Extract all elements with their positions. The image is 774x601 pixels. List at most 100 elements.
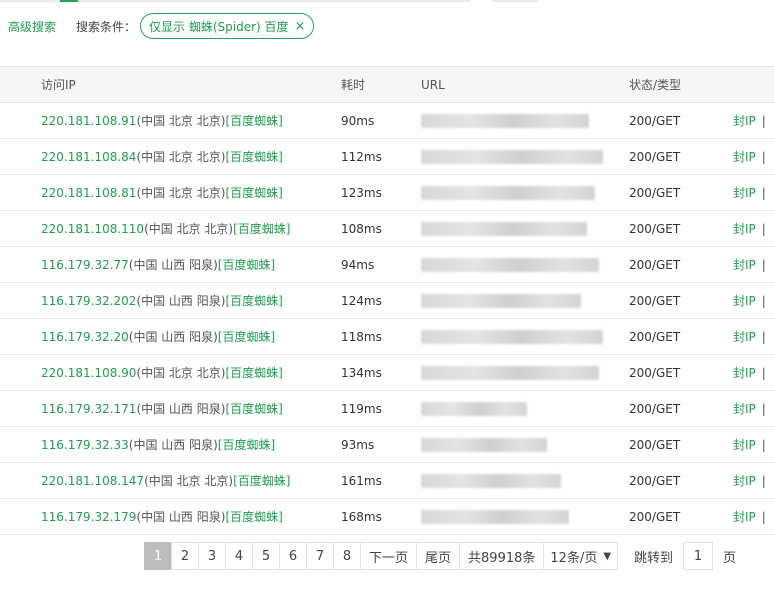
page-number-button[interactable]: 2	[171, 542, 199, 570]
time-cell: 94ms	[340, 246, 420, 283]
ip-address[interactable]: 220.181.108.147	[41, 474, 144, 488]
url-blurred[interactable]	[421, 509, 569, 524]
ip-address[interactable]: 220.181.108.84	[41, 150, 136, 164]
block-ip-link[interactable]: 封IP	[733, 330, 756, 344]
action-separator: |	[761, 510, 766, 524]
action-cell: 封IP |	[732, 354, 774, 391]
table-row: 220.181.108.90(中国 北京 北京)[百度蜘蛛] 134ms 200…	[0, 354, 774, 391]
status-cell: 200/GET	[628, 462, 732, 499]
block-ip-link[interactable]: 封IP	[733, 366, 756, 380]
url-cell	[420, 354, 628, 391]
spider-tag: [百度蜘蛛]	[225, 150, 283, 164]
ip-address[interactable]: 116.179.32.179	[41, 510, 136, 524]
time-cell: 118ms	[340, 318, 420, 355]
ip-address[interactable]: 220.181.108.81	[41, 186, 136, 200]
action-cell: 封IP |	[732, 102, 774, 139]
time-cell: 134ms	[340, 354, 420, 391]
url-cell	[420, 390, 628, 427]
ip-cell: 220.181.108.81(中国 北京 北京)[百度蜘蛛]	[0, 174, 340, 211]
url-cell	[420, 318, 628, 355]
block-ip-link[interactable]: 封IP	[733, 294, 756, 308]
ip-address[interactable]: 116.179.32.20	[41, 330, 129, 344]
block-ip-link[interactable]: 封IP	[733, 438, 756, 452]
table-row: 220.181.108.110(中国 北京 北京)[百度蜘蛛] 108ms 20…	[0, 210, 774, 247]
url-blurred[interactable]	[421, 113, 589, 128]
action-separator: |	[761, 222, 766, 236]
block-ip-link[interactable]: 封IP	[733, 510, 756, 524]
ip-location: (中国 北京 北京)	[136, 186, 226, 200]
page-number-button[interactable]: 6	[279, 542, 307, 570]
spider-tag: [百度蜘蛛]	[217, 438, 276, 452]
spider-tag: [百度蜘蛛]	[225, 510, 283, 524]
url-blurred[interactable]	[421, 329, 603, 344]
ip-cell: 116.179.32.179(中国 山西 阳泉)[百度蜘蛛]	[0, 498, 340, 535]
page-size-select[interactable]: 12条/页 ▼	[543, 542, 619, 570]
block-ip-link[interactable]: 封IP	[733, 258, 756, 272]
status-cell: 200/GET	[628, 282, 732, 319]
table-row: 116.179.32.171(中国 山西 阳泉)[百度蜘蛛] 119ms 200…	[0, 390, 774, 427]
action-cell: 封IP |	[732, 282, 774, 319]
top-tab-underline	[0, 0, 774, 2]
time-cell: 161ms	[340, 462, 420, 499]
jump-to-page: 跳转到 1 页	[634, 542, 736, 570]
url-blurred[interactable]	[421, 185, 595, 200]
spider-tag: [百度蜘蛛]	[225, 366, 283, 380]
spider-tag: [百度蜘蛛]	[225, 186, 283, 200]
block-ip-link[interactable]: 封IP	[733, 222, 756, 236]
url-cell	[420, 102, 628, 139]
action-cell: 封IP |	[732, 174, 774, 211]
url-cell	[420, 462, 628, 499]
action-cell: 封IP |	[732, 246, 774, 283]
table-header-row: 访问IP 耗时 URL 状态/类型	[0, 66, 774, 103]
action-cell: 封IP |	[732, 462, 774, 499]
time-cell: 108ms	[340, 210, 420, 247]
table-row: 220.181.108.84(中国 北京 北京)[百度蜘蛛] 112ms 200…	[0, 138, 774, 175]
url-blurred[interactable]	[421, 473, 561, 488]
url-blurred[interactable]	[421, 365, 599, 380]
ip-address[interactable]: 220.181.108.90	[41, 366, 136, 380]
block-ip-link[interactable]: 封IP	[733, 402, 756, 416]
time-cell: 90ms	[340, 102, 420, 139]
url-blurred[interactable]	[421, 149, 603, 164]
filter-tag-baidu-spider[interactable]: 仅显示 蜘蛛(Spider) 百度 ×	[140, 13, 315, 39]
page-number-button[interactable]: 3	[198, 542, 226, 570]
action-separator: |	[761, 402, 766, 416]
block-ip-link[interactable]: 封IP	[733, 474, 756, 488]
close-icon[interactable]: ×	[295, 19, 306, 34]
table-row: 116.179.32.77(中国 山西 阳泉)[百度蜘蛛] 94ms 200/G…	[0, 246, 774, 283]
ip-cell: 220.181.108.147(中国 北京 北京)[百度蜘蛛]	[0, 462, 340, 499]
action-cell: 封IP |	[732, 498, 774, 535]
time-cell: 124ms	[340, 282, 420, 319]
url-blurred[interactable]	[421, 401, 527, 416]
action-separator: |	[761, 150, 766, 164]
last-page-button[interactable]: 尾页	[416, 542, 461, 570]
next-page-button[interactable]: 下一页	[360, 542, 418, 570]
ip-cell: 116.179.32.171(中国 山西 阳泉)[百度蜘蛛]	[0, 390, 340, 427]
url-blurred[interactable]	[421, 437, 547, 452]
url-blurred[interactable]	[421, 257, 599, 272]
ip-address[interactable]: 220.181.108.110	[41, 222, 144, 236]
filter-tag-label: 仅显示 蜘蛛(Spider) 百度	[149, 19, 289, 34]
url-blurred[interactable]	[421, 221, 587, 236]
ip-address[interactable]: 116.179.32.33	[41, 438, 129, 452]
ip-cell: 116.179.32.77(中国 山西 阳泉)[百度蜘蛛]	[0, 246, 340, 283]
ip-address[interactable]: 116.179.32.202	[41, 294, 136, 308]
page-number-button[interactable]: 8	[333, 542, 361, 570]
block-ip-link[interactable]: 封IP	[733, 186, 756, 200]
block-ip-link[interactable]: 封IP	[733, 114, 756, 128]
page-number-button[interactable]: 4	[225, 542, 253, 570]
ip-address[interactable]: 220.181.108.91	[41, 114, 136, 128]
page-number-button[interactable]: 1	[144, 542, 172, 570]
page-number-button[interactable]: 5	[252, 542, 280, 570]
advanced-search-link[interactable]: 高级搜索	[8, 18, 56, 35]
ip-cell: 220.181.108.90(中国 北京 北京)[百度蜘蛛]	[0, 354, 340, 391]
jump-unit: 页	[723, 550, 737, 566]
spider-tag: [百度蜘蛛]	[225, 114, 283, 128]
ip-address[interactable]: 116.179.32.77	[41, 258, 129, 272]
jump-page-input[interactable]: 1	[683, 542, 714, 570]
page-number-button[interactable]: 7	[306, 542, 334, 570]
url-blurred[interactable]	[421, 293, 581, 308]
ip-address[interactable]: 116.179.32.171	[41, 402, 136, 416]
block-ip-link[interactable]: 封IP	[733, 150, 756, 164]
total-count: 共89918条	[459, 542, 545, 570]
